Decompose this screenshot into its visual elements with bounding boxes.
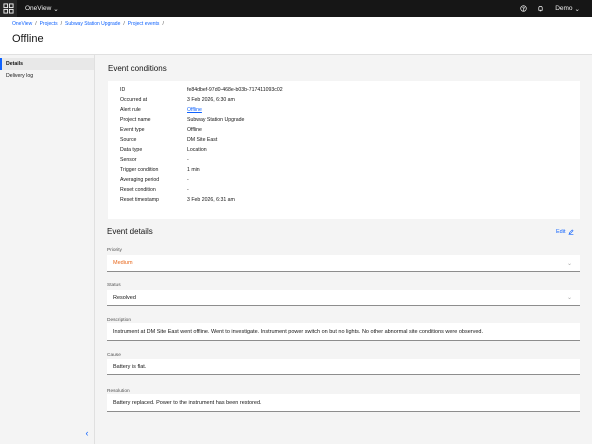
condition-row: Trigger condition 1 min (120, 167, 200, 173)
status-value: Resolved (113, 294, 136, 301)
condition-label: Source (120, 137, 137, 143)
condition-value: 3 Feb 2026, 6:31 am (187, 197, 235, 203)
chevron-down-icon: ⌄ (574, 5, 580, 13)
edit-button[interactable]: Edit (556, 229, 575, 235)
breadcrumb-oneview[interactable]: OneView (12, 21, 32, 27)
breadcrumb-project-events[interactable]: Project events (128, 21, 160, 27)
event-conditions-title: Event conditions (108, 64, 167, 73)
help-icon[interactable] (515, 0, 532, 17)
breadcrumb-project[interactable]: Subway Station Upgrade (65, 21, 120, 27)
resolution-field[interactable]: Battery replaced. Power to the instrumen… (107, 394, 580, 412)
notification-icon[interactable] (532, 0, 549, 17)
app-name-label: OneView (25, 5, 52, 12)
condition-value: - (187, 157, 189, 163)
description-field[interactable]: Instrument at DM Site East went offline.… (107, 323, 580, 341)
condition-label: Data type (120, 147, 143, 153)
condition-row: Data type Location (120, 147, 207, 153)
priority-value: Medium (113, 260, 133, 266)
breadcrumb-projects[interactable]: Projects (40, 21, 58, 27)
condition-label: Trigger condition (120, 167, 159, 173)
event-conditions-card: ID fe84dbef-97d0-468e-b03b-717411093c02 … (108, 81, 580, 219)
description-value: Instrument at DM Site East went offline.… (113, 328, 484, 335)
cause-label: Cause (107, 353, 121, 358)
condition-label: Reset condition (120, 187, 156, 193)
user-name: Demo (555, 5, 573, 12)
condition-label: Occurred at (120, 97, 148, 103)
condition-label: Sensor (120, 157, 137, 163)
condition-value: Location (187, 147, 207, 153)
condition-row: ID fe84dbef-97d0-468e-b03b-717411093c02 (120, 87, 283, 93)
condition-value: - (187, 177, 189, 183)
alert-rule-link[interactable]: Offline (187, 107, 202, 113)
condition-row: Reset condition - (120, 187, 189, 193)
condition-row: Alert rule Offline (120, 107, 202, 113)
condition-value: 1 min (187, 167, 200, 173)
breadcrumb-separator: / (123, 21, 125, 27)
condition-value: - (187, 187, 189, 193)
status-label: Status (107, 283, 121, 288)
event-details-title: Event details (107, 227, 153, 236)
condition-row: Reset timestamp 3 Feb 2026, 6:31 am (120, 197, 235, 203)
breadcrumb-separator: / (35, 21, 37, 27)
cause-field[interactable]: Battery is flat. (107, 359, 580, 375)
condition-row: Occurred at 3 Feb 2026, 6:30 am (120, 97, 235, 103)
collapse-sidebar-icon[interactable]: ‹ (82, 428, 92, 438)
sidebar-item-label: Details (6, 61, 24, 67)
condition-label: Alert rule (120, 107, 141, 113)
breadcrumb: OneView / Projects / Subway Station Upgrad… (12, 21, 164, 27)
condition-row: Averaging period - (120, 177, 189, 183)
status-field[interactable]: Resolved ⌄ (107, 290, 580, 306)
condition-label: Averaging period (120, 177, 160, 183)
chevron-down-icon: ⌄ (53, 5, 59, 13)
condition-value: Offline (187, 127, 202, 133)
page-header: OneView / Projects / Subway Station Upgrad… (0, 17, 592, 55)
condition-row: Source DM Site East (120, 137, 217, 143)
sidebar: Details Delivery log ‹ (0, 55, 95, 444)
page-title: Offline (12, 33, 44, 45)
cause-value: Battery is flat. (113, 363, 147, 370)
user-menu[interactable]: Demo ⌄ (549, 5, 592, 13)
sidebar-item-label: Delivery log (6, 73, 34, 79)
condition-value: DM Site East (187, 137, 218, 143)
condition-label: Event type (120, 127, 145, 133)
chevron-down-icon: ⌄ (566, 260, 572, 267)
priority-label: Priority (107, 248, 122, 253)
condition-label: ID (120, 87, 126, 93)
condition-row: Sensor - (120, 157, 189, 163)
app-name-menu[interactable]: OneView ⌄ (25, 5, 59, 13)
sidebar-item-delivery-log[interactable]: Delivery log (0, 70, 94, 82)
resolution-value: Battery replaced. Power to the instrumen… (113, 399, 262, 406)
sidebar-item-details[interactable]: Details (0, 58, 94, 70)
condition-label: Project name (120, 117, 151, 123)
app-switcher-icon[interactable] (0, 0, 17, 17)
condition-value: 3 Feb 2026, 6:30 am (187, 97, 235, 103)
breadcrumb-separator: / (162, 21, 164, 27)
condition-value: Subway Station Upgrade (187, 117, 245, 123)
condition-row: Project name Subway Station Upgrade (120, 117, 244, 123)
top-navigation-bar: OneView ⌄ Demo ⌄ (0, 0, 592, 17)
chevron-down-icon: ⌄ (566, 295, 572, 301)
condition-row: Event type Offline (120, 127, 202, 133)
pencil-icon (569, 229, 575, 235)
condition-value: fe84dbef-97d0-468e-b03b-717411093c02 (187, 87, 283, 93)
main-content: Event conditions ID fe84dbef-97d0-468e-b… (95, 55, 592, 444)
condition-label: Reset timestamp (120, 197, 159, 203)
breadcrumb-separator: / (60, 21, 63, 27)
edit-label: Edit (556, 229, 566, 235)
priority-field[interactable]: Medium ⌄ (107, 255, 580, 272)
